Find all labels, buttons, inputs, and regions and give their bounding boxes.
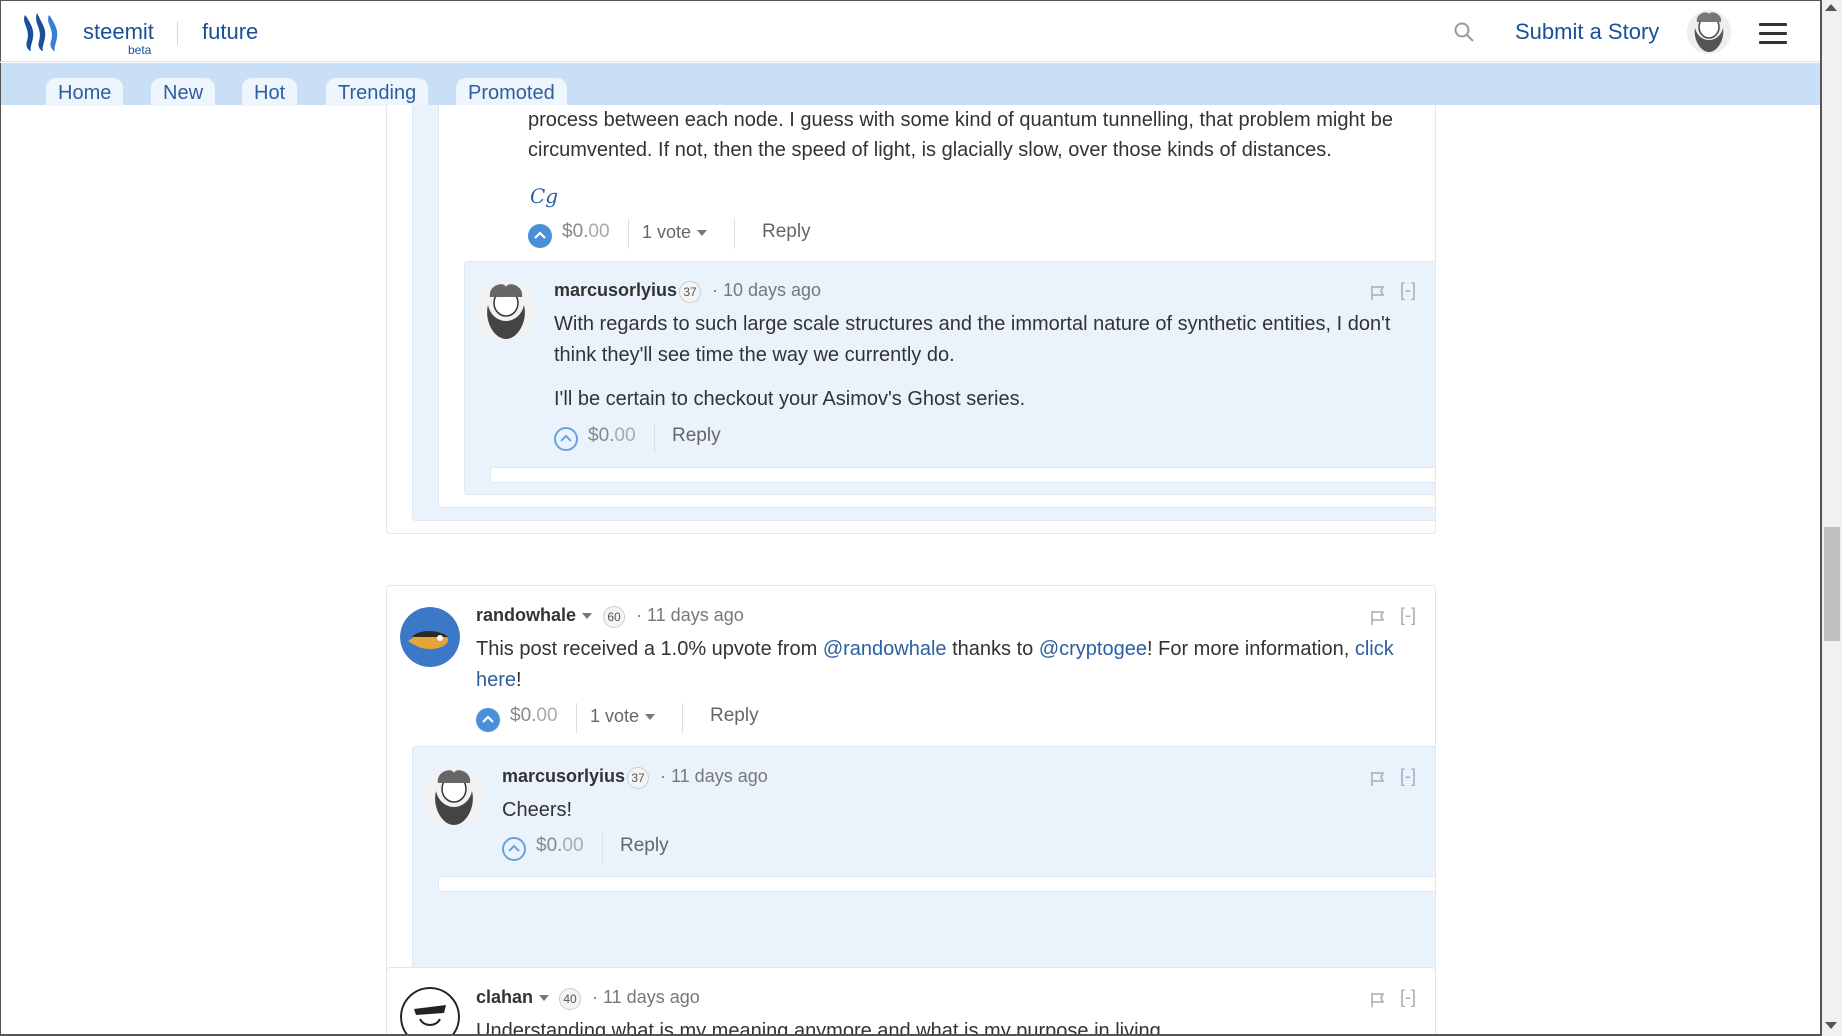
flag-icon[interactable] <box>1370 285 1386 301</box>
comment-timestamp[interactable]: · 10 days ago <box>712 280 821 301</box>
tab-promoted[interactable]: Promoted <box>456 78 567 106</box>
flag-icon[interactable] <box>1370 610 1386 626</box>
brand-divider <box>177 21 178 45</box>
vertical-scrollbar[interactable] <box>1822 0 1842 1036</box>
comment-timestamp[interactable]: · 11 days ago <box>592 987 700 1008</box>
upvote-button[interactable] <box>528 224 552 248</box>
comment-body-line: Understanding what is my meaning anymore… <box>476 1020 1167 1034</box>
comment-timestamp[interactable]: · 11 days ago <box>660 766 768 787</box>
tab-home[interactable]: Home <box>46 78 124 106</box>
comment-body-line: I'll be certain to checkout your Asimov'… <box>554 388 1026 410</box>
nested-reply-placeholder <box>490 467 1436 483</box>
comment-body-line: think they'll see time the way we curren… <box>554 344 955 366</box>
chevron-up-icon <box>534 231 546 239</box>
vote-count-dropdown[interactable]: 1 vote <box>590 706 656 727</box>
comment-body-line: here! <box>476 669 522 691</box>
divider <box>602 833 603 863</box>
comment-signature: Cg <box>530 184 559 208</box>
payout-value[interactable]: $0.00 <box>562 221 610 243</box>
comments-area: process between each node. I guess with … <box>0 105 1820 1034</box>
comment-author[interactable]: marcusorlyius <box>554 280 677 301</box>
avatar[interactable] <box>400 607 460 667</box>
comment-body-line: circumvented. If not, then the speed of … <box>528 139 1332 161</box>
steemit-logo-icon[interactable] <box>19 11 63 53</box>
avatar[interactable] <box>424 767 484 827</box>
reply-button[interactable]: Reply <box>762 221 811 243</box>
comment-body-line: With regards to such large scale structu… <box>554 313 1391 335</box>
reply-button[interactable]: Reply <box>620 835 669 857</box>
scrollbar-thumb[interactable] <box>1824 527 1840 641</box>
collapse-toggle[interactable]: [-] <box>1400 987 1416 1008</box>
brand-name[interactable]: steemit <box>83 19 154 45</box>
payout-value[interactable]: $0.00 <box>588 425 636 447</box>
divider <box>654 423 655 453</box>
site-header: steemit beta future Submit a Story <box>0 0 1822 62</box>
tab-hot[interactable]: Hot <box>242 78 298 106</box>
comment-author[interactable]: clahan <box>476 987 550 1008</box>
reputation-badge: 60 <box>603 606 625 628</box>
collapse-toggle[interactable]: [-] <box>1400 605 1416 626</box>
mention-link[interactable]: @cryptogee <box>1039 638 1147 660</box>
upvote-button[interactable] <box>554 427 578 451</box>
divider <box>682 703 683 733</box>
reply-button[interactable]: Reply <box>672 425 721 447</box>
divider <box>734 219 735 249</box>
chevron-up-icon <box>482 715 494 723</box>
chevron-up-icon <box>508 844 520 852</box>
scroll-up-arrow-icon[interactable] <box>1825 4 1837 11</box>
comment-body-line: process between each node. I guess with … <box>528 109 1393 131</box>
reputation-badge: 37 <box>679 281 701 303</box>
comment-body-line: This post received a 1.0% upvote from @r… <box>476 638 1394 660</box>
comment-body-line: Cheers! <box>502 799 573 821</box>
category-nav: Home New Hot Trending Promoted <box>0 63 1822 106</box>
comment-timestamp[interactable]: · 11 days ago <box>636 605 744 626</box>
reply-button[interactable]: Reply <box>710 705 759 727</box>
reputation-badge: 37 <box>627 767 649 789</box>
payout-value[interactable]: $0.00 <box>510 705 558 727</box>
brand-beta-label: beta <box>128 43 152 57</box>
flag-icon[interactable] <box>1370 771 1386 787</box>
window-border <box>0 105 1 1036</box>
search-icon[interactable] <box>1453 21 1475 43</box>
upvote-button[interactable] <box>502 837 526 861</box>
info-link[interactable]: here <box>476 669 516 691</box>
reputation-badge: 40 <box>559 988 581 1010</box>
tab-new[interactable]: New <box>151 78 216 106</box>
divider <box>576 703 577 733</box>
section-title[interactable]: future <box>202 19 258 45</box>
comment-author[interactable]: randowhale <box>476 605 593 626</box>
collapse-toggle[interactable]: [-] <box>1400 766 1416 787</box>
hamburger-menu-icon[interactable] <box>1759 23 1787 45</box>
tab-trending[interactable]: Trending <box>326 78 429 106</box>
flag-icon[interactable] <box>1370 992 1386 1008</box>
vote-count-dropdown[interactable]: 1 vote <box>642 222 708 243</box>
divider <box>628 219 629 249</box>
user-avatar[interactable] <box>1687 10 1731 54</box>
info-link[interactable]: click <box>1355 638 1394 660</box>
avatar[interactable] <box>476 281 536 341</box>
upvote-button[interactable] <box>476 708 500 732</box>
payout-value[interactable]: $0.00 <box>536 835 584 857</box>
collapse-toggle[interactable]: [-] <box>1400 280 1416 301</box>
comment-author[interactable]: marcusorlyius <box>502 766 625 787</box>
scroll-down-arrow-icon[interactable] <box>1825 1022 1837 1029</box>
mention-link[interactable]: @randowhale <box>823 638 947 660</box>
chevron-up-icon <box>560 434 572 442</box>
nested-reply-placeholder <box>438 876 1436 892</box>
submit-story-link[interactable]: Submit a Story <box>1515 19 1659 45</box>
